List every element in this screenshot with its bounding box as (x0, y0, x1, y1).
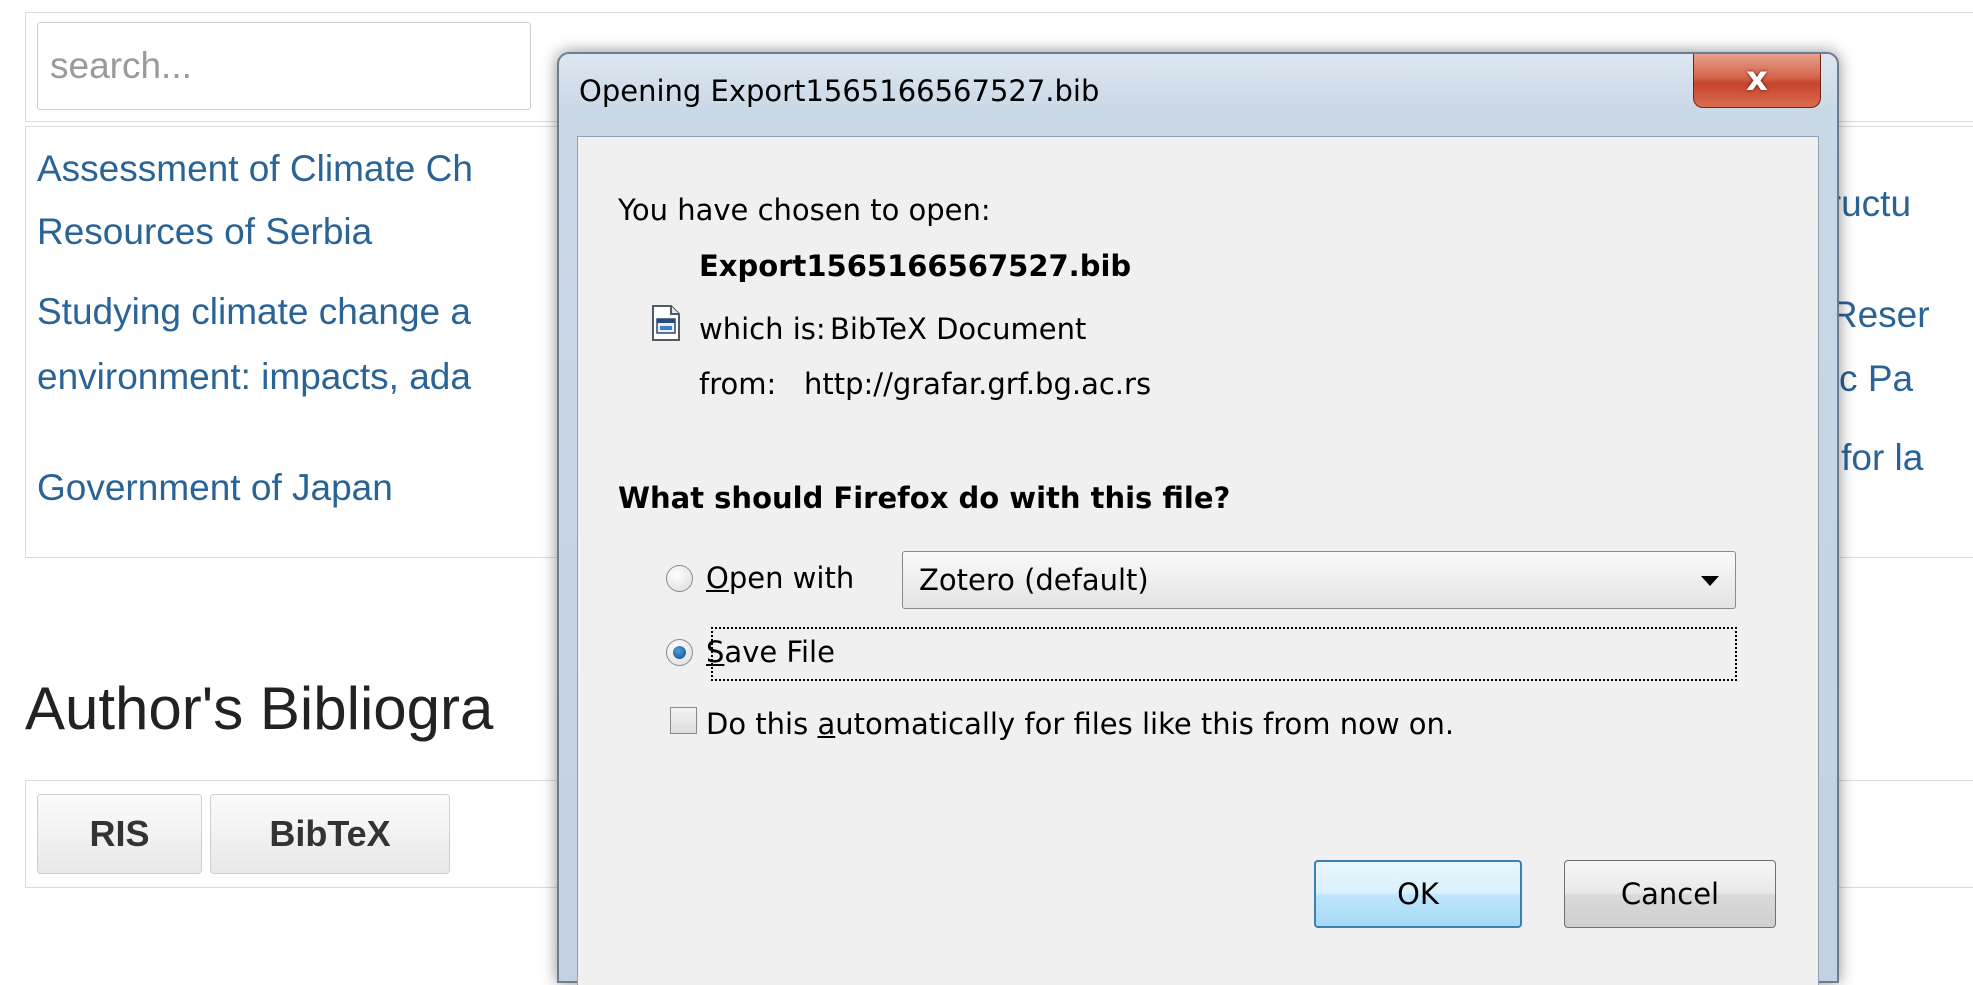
opening-file-dialog: Opening Export1565166567527.bib x You ha… (557, 52, 1839, 985)
auto-checkbox[interactable] (670, 707, 697, 734)
save-file-radio[interactable] (666, 639, 693, 666)
ris-export-button[interactable]: RIS (37, 794, 202, 874)
result-link-1-line2[interactable]: Resources of Serbia (37, 200, 372, 264)
bibtex-file-icon (652, 305, 680, 341)
dialog-title: Opening Export1565166567527.bib (579, 74, 1100, 108)
question-label: What should Firefox do with this file? (618, 481, 1231, 515)
auto-checkbox-label[interactable]: Do this automatically for files like thi… (706, 707, 1454, 741)
ok-button[interactable]: OK (1314, 860, 1522, 928)
chosen-label: You have chosen to open: (618, 193, 991, 227)
file-type-label: which is: (699, 312, 826, 346)
open-with-radio[interactable] (666, 565, 693, 592)
dropdown-arrow-icon (1701, 576, 1719, 586)
close-icon: x (1746, 59, 1768, 99)
filename-label: Export1565166567527.bib (699, 249, 1132, 283)
open-with-app-value: Zotero (default) (919, 563, 1149, 597)
file-source-value: http://grafar.grf.bg.ac.rs (804, 367, 1152, 401)
file-source-label: from: (699, 367, 777, 401)
open-with-label[interactable]: Open with (706, 561, 854, 595)
section-title: Author's Bibliogra (25, 675, 494, 742)
result-link-2-line1[interactable]: Studying climate change a (37, 280, 471, 344)
file-type-value: BibTeX Document (830, 312, 1087, 346)
search-input[interactable] (37, 22, 531, 110)
cancel-button[interactable]: Cancel (1564, 860, 1776, 928)
save-file-focus-ring[interactable] (711, 627, 1737, 681)
bibtex-export-button[interactable]: BibTeX (210, 794, 450, 874)
result-link-2-line2[interactable]: environment: impacts, ada (37, 345, 471, 409)
result-link-1-line1[interactable]: Assessment of Climate Ch (37, 137, 473, 201)
close-button[interactable]: x (1693, 54, 1821, 108)
result-link-3[interactable]: Government of Japan (37, 456, 393, 520)
open-with-app-select[interactable]: Zotero (default) (902, 551, 1736, 609)
